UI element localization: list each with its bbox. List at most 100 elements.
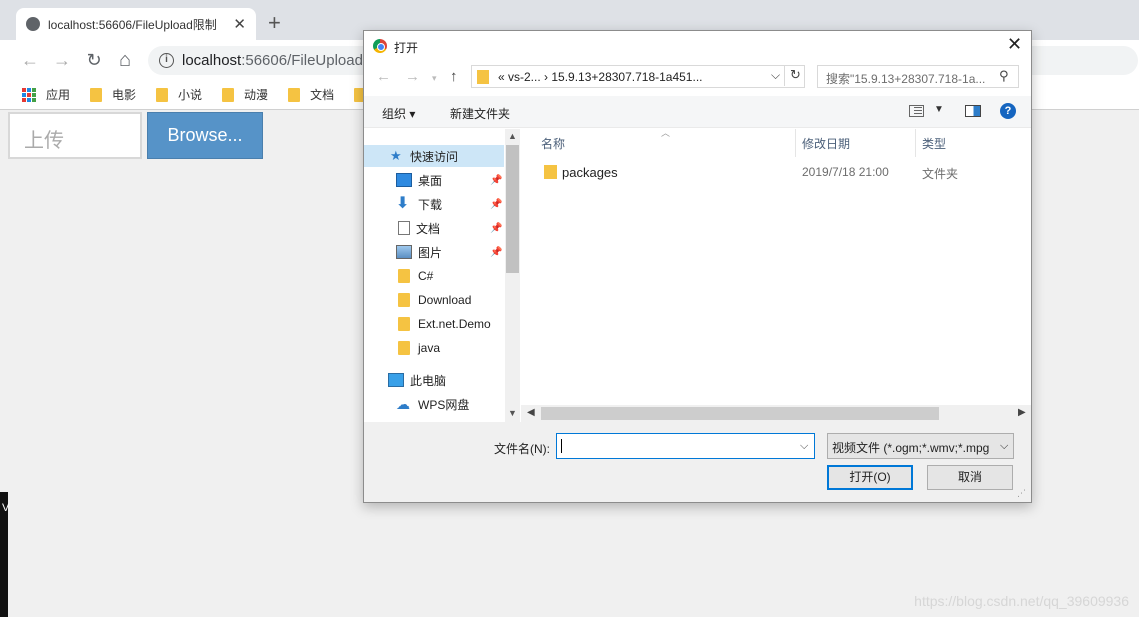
scroll-down-icon[interactable]: ▼ bbox=[508, 408, 517, 418]
cloud-icon: ☁ bbox=[396, 396, 410, 412]
watermark: https://blog.csdn.net/qq_39609936 bbox=[914, 593, 1129, 609]
nav-item-label: 下载 bbox=[418, 197, 443, 212]
nav-item-quick-access[interactable]: ★ 快速访问 bbox=[364, 145, 504, 167]
dialog-title-bar: 打开 ✕ bbox=[364, 31, 1031, 61]
breadcrumb-text[interactable]: « vs-2... › 15.9.13+28307.718-1a451... bbox=[498, 70, 702, 84]
bookmark-label: 小说 bbox=[178, 88, 203, 102]
refresh-icon[interactable]: ↻ bbox=[784, 66, 806, 86]
file-modified: 2019/7/18 21:00 bbox=[802, 165, 889, 179]
bookmark-docs[interactable]: 文档 bbox=[288, 86, 334, 103]
info-icon[interactable]: i bbox=[159, 53, 174, 68]
scroll-left-icon[interactable]: ◀ bbox=[527, 407, 535, 418]
scroll-right-icon[interactable]: ▶ bbox=[1018, 407, 1026, 418]
up-arrow-icon[interactable]: ↑ bbox=[450, 68, 458, 85]
url-text: localhost:56606/FileUpload bbox=[182, 52, 363, 69]
folder-icon bbox=[398, 293, 410, 307]
nav-item-java[interactable]: java bbox=[364, 337, 504, 359]
tab-title: localhost:56606/FileUpload限制 bbox=[48, 17, 217, 32]
scroll-up-icon[interactable]: ▲ bbox=[508, 131, 517, 141]
folder-icon bbox=[398, 317, 410, 331]
browser-tab[interactable]: localhost:56606/FileUpload限制 ✕ bbox=[16, 8, 256, 40]
folder-icon bbox=[222, 87, 235, 102]
nav-item-wps-cloud[interactable]: ☁ WPS网盘 bbox=[364, 393, 504, 415]
nav-item-this-pc[interactable]: 此电脑 bbox=[364, 369, 504, 391]
side-strip-text: V bbox=[2, 502, 10, 514]
pin-icon: 📌 bbox=[490, 246, 503, 258]
folder-icon bbox=[288, 87, 301, 102]
filename-input[interactable]: ⌵ bbox=[556, 433, 815, 459]
bookmark-movies[interactable]: 电影 bbox=[90, 86, 136, 103]
nav-item-download-folder[interactable]: Download bbox=[364, 289, 504, 311]
nav-item-label: 此电脑 bbox=[410, 373, 447, 388]
browse-button[interactable]: Browse... bbox=[147, 112, 263, 159]
cancel-button[interactable]: 取消 bbox=[927, 465, 1013, 490]
nav-item-extnet-demo[interactable]: Ext.net.Demo bbox=[364, 313, 504, 335]
scrollbar-thumb[interactable] bbox=[506, 145, 519, 273]
tab-close-icon[interactable]: ✕ bbox=[233, 15, 246, 33]
scrollbar-thumb[interactable] bbox=[541, 407, 939, 420]
document-icon bbox=[398, 221, 410, 235]
nav-item-downloads[interactable]: ⬇ 下载 📌 bbox=[364, 193, 504, 215]
nav-item-documents[interactable]: 文档 📌 bbox=[364, 217, 504, 239]
back-arrow-icon[interactable]: ← bbox=[19, 49, 41, 71]
nav-item-desktop[interactable]: 桌面 📌 bbox=[364, 169, 504, 191]
desktop-icon bbox=[396, 173, 412, 187]
chevron-down-icon[interactable]: ⌵ bbox=[800, 440, 808, 453]
filename-label: 文件名(N): bbox=[494, 442, 550, 456]
nav-item-pictures[interactable]: 图片 📌 bbox=[364, 241, 504, 263]
open-file-dialog: 打开 ✕ ← → ▾ ↑ « vs-2... › 15.9.13+28307.7… bbox=[363, 30, 1032, 503]
chevron-down-icon[interactable]: ▼ bbox=[934, 104, 944, 115]
bookmark-label: 应用 bbox=[46, 88, 71, 102]
home-icon[interactable]: ⌂ bbox=[114, 49, 136, 71]
help-icon[interactable]: ? bbox=[1000, 103, 1016, 119]
folder-icon bbox=[477, 70, 489, 84]
column-header-type[interactable]: 类型 bbox=[916, 129, 1031, 157]
file-row[interactable]: packages 2019/7/18 21:00 文件夹 bbox=[521, 161, 1021, 183]
reload-icon[interactable]: ↻ bbox=[83, 49, 105, 71]
chevron-down-icon[interactable]: ⌵ bbox=[1000, 440, 1008, 453]
folder-icon bbox=[90, 87, 103, 102]
filter-label: 视频文件 (*.ogm;*.wmv;*.mpg bbox=[832, 441, 990, 455]
bookmark-apps[interactable]: 应用 bbox=[22, 86, 70, 103]
search-input[interactable]: 搜索"15.9.13+28307.718-1a... ⚲ bbox=[817, 65, 1019, 88]
nav-item-csharp[interactable]: C# bbox=[364, 265, 504, 287]
view-options-icon[interactable] bbox=[909, 105, 924, 117]
column-header-name[interactable]: 名称 bbox=[521, 129, 796, 157]
nav-scrollbar[interactable]: ▲ ▼ bbox=[505, 129, 520, 422]
pin-icon: 📌 bbox=[490, 174, 503, 186]
preview-pane-icon[interactable] bbox=[965, 105, 981, 117]
nav-item-label: C# bbox=[418, 269, 434, 283]
dialog-footer: 文件名(N): ⌵ 视频文件 (*.ogm;*.wmv;*.mpg ⌵ 打开(O… bbox=[364, 422, 1031, 502]
file-list-pane: ︿ 名称 修改日期 类型 packages 2019/7/18 21:00 文件… bbox=[521, 128, 1031, 422]
dialog-command-bar: 组织 ▾ 新建文件夹 ▼ ? bbox=[364, 96, 1031, 128]
close-icon[interactable]: ✕ bbox=[1007, 34, 1022, 55]
url-host: localhost bbox=[182, 52, 242, 69]
column-header-modified[interactable]: 修改日期 bbox=[796, 129, 916, 157]
upload-input[interactable]: 上传 bbox=[8, 112, 142, 159]
new-folder-button[interactable]: 新建文件夹 bbox=[450, 105, 510, 122]
bookmark-anime[interactable]: 动漫 bbox=[222, 86, 268, 103]
file-name: packages bbox=[562, 165, 618, 180]
new-tab-button[interactable]: + bbox=[268, 12, 281, 34]
chevron-down-icon[interactable]: ⌵ bbox=[771, 68, 780, 83]
forward-arrow-icon[interactable]: → bbox=[51, 49, 73, 71]
bookmark-novels[interactable]: 小说 bbox=[156, 86, 202, 103]
resize-grip-icon[interactable]: ⋰ bbox=[1017, 488, 1026, 499]
file-list-hscrollbar[interactable]: ◀ ▶ bbox=[521, 405, 1031, 422]
search-icon: ⚲ bbox=[999, 68, 1009, 83]
pin-icon: 📌 bbox=[490, 198, 503, 210]
file-type-filter[interactable]: 视频文件 (*.ogm;*.wmv;*.mpg ⌵ bbox=[827, 433, 1014, 459]
organize-button[interactable]: 组织 ▾ bbox=[382, 105, 415, 122]
forward-arrow-icon[interactable]: → bbox=[405, 68, 420, 85]
nav-item-label: java bbox=[418, 341, 441, 355]
apps-grid-icon bbox=[22, 87, 36, 102]
navigation-pane: ★ 快速访问 桌面 📌 ⬇ 下载 📌 文档 📌 图片 📌 C# Download… bbox=[364, 129, 520, 422]
path-breadcrumb[interactable]: « vs-2... › 15.9.13+28307.718-1a451... ⌵ bbox=[471, 65, 805, 88]
folder-icon bbox=[398, 269, 410, 283]
bookmark-label: 电影 bbox=[112, 88, 137, 102]
recent-dropdown-icon[interactable]: ▾ bbox=[432, 73, 437, 84]
open-button[interactable]: 打开(O) bbox=[827, 465, 913, 490]
folder-icon bbox=[544, 165, 557, 179]
pin-icon: 📌 bbox=[490, 222, 503, 234]
back-arrow-icon[interactable]: ← bbox=[376, 68, 391, 85]
